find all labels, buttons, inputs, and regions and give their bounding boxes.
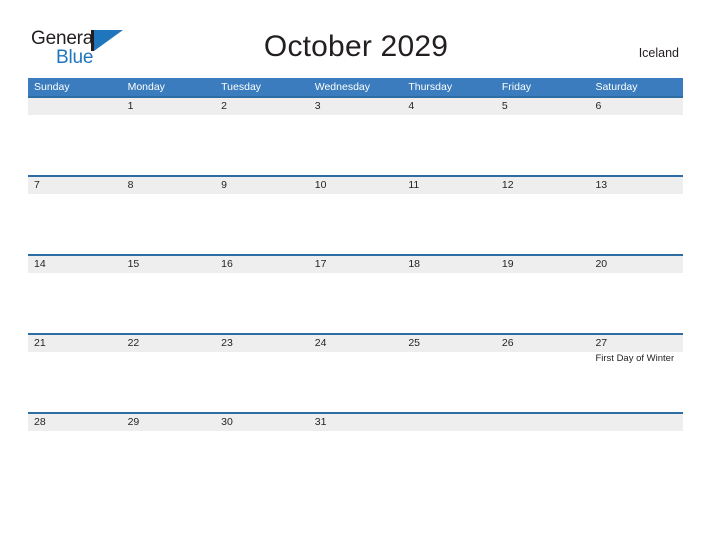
calendar-day-number: 9: [221, 179, 227, 191]
calendar-day-number: [502, 414, 584, 431]
calendar-day-number: 5: [501, 100, 508, 112]
calendar-day-cell[interactable]: 2: [215, 98, 309, 175]
calendar-day-cell[interactable]: 6: [589, 98, 683, 175]
calendar-day-cell[interactable]: 27 First Day of Winter: [589, 335, 683, 412]
calendar-day-cell[interactable]: 16: [215, 256, 309, 333]
calendar-day-cell[interactable]: 3: [309, 98, 403, 175]
calendar-week-row: 21 22 23 24 25 26 27 First Day of Winter: [28, 333, 683, 412]
calendar-week-row: 1 2 3 4 5 6: [28, 96, 683, 175]
weekday-header-monday: Monday: [127, 81, 165, 93]
calendar-day-number: 1: [127, 100, 134, 112]
calendar-day-cell[interactable]: 31: [309, 414, 403, 438]
weekday-header-tuesday: Tuesday: [221, 81, 262, 93]
calendar-day-number: 6: [595, 100, 602, 112]
weekday-header-row: Sunday Monday Tuesday Wednesday Thursday…: [28, 78, 683, 96]
locale-label: Iceland: [638, 46, 679, 60]
calendar-day-number: 7: [34, 179, 40, 191]
calendar-day-cell[interactable]: 13: [589, 177, 683, 254]
calendar-week-row: 28 29 30 31: [28, 412, 683, 438]
calendar-day-cell[interactable]: 25: [402, 335, 496, 412]
weekday-header-friday: Friday: [501, 81, 532, 93]
calendar-day-cell[interactable]: 1: [122, 98, 216, 175]
calendar-day-cell[interactable]: 18: [402, 256, 496, 333]
calendar-day-cell-empty: [496, 414, 590, 438]
calendar-day-cell[interactable]: 26: [496, 335, 590, 412]
calendar-day-cell[interactable]: 19: [496, 256, 590, 333]
calendar-day-number: 27: [595, 337, 608, 349]
calendar-day-number: 22: [127, 337, 140, 349]
calendar-page: General Blue October 2029 Iceland Sunday…: [0, 0, 712, 550]
calendar-day-cell[interactable]: 17: [309, 256, 403, 333]
calendar-day-cell[interactable]: 29: [122, 414, 216, 438]
calendar-day-cell-empty: [589, 414, 683, 438]
page-header: General Blue October 2029 Iceland: [0, 0, 712, 67]
calendar-day-number: 23: [221, 337, 233, 349]
calendar-day-number: 30: [221, 416, 233, 428]
calendar-day-cell[interactable]: 24: [309, 335, 403, 412]
calendar-day-cell[interactable]: 22: [122, 335, 216, 412]
calendar-event: First Day of Winter: [595, 353, 675, 364]
calendar-day-number: 11: [408, 179, 420, 191]
calendar-day-number: 15: [127, 258, 140, 270]
calendar-day-number: 3: [314, 100, 321, 112]
weekday-header-saturday: Saturday: [595, 81, 638, 93]
calendar-day-cell[interactable]: 20: [589, 256, 683, 333]
calendar-day-cell[interactable]: 11: [402, 177, 496, 254]
calendar-weeks: 1 2 3 4 5 6 7 8 9 10 11 12 13 14 15 16 17 18 19 20 21 22 23 24 2…: [28, 96, 683, 438]
calendar-event-list: First Day of Winter: [595, 352, 677, 365]
calendar-day-number: 18: [408, 258, 420, 270]
weekday-header-wednesday: Wednesday: [314, 81, 370, 93]
calendar-day-number: 14: [34, 258, 46, 270]
calendar-week-row: 14 15 16 17 18 19 20: [28, 254, 683, 333]
calendar-day-number: 10: [314, 179, 327, 191]
calendar-day-number: 2: [221, 100, 227, 112]
calendar-day-number: 16: [221, 258, 233, 270]
weekday-header-thursday: Thursday: [408, 81, 453, 93]
calendar-day-cell[interactable]: 10: [309, 177, 403, 254]
calendar-day-number: [408, 414, 490, 431]
calendar-day-number: 28: [34, 416, 46, 428]
calendar-day-number: [595, 414, 677, 431]
calendar-day-cell[interactable]: 15: [122, 256, 216, 333]
calendar-day-number: 4: [408, 100, 415, 112]
calendar-day-number: 31: [314, 416, 327, 428]
calendar-day-cell[interactable]: 28: [28, 414, 122, 438]
calendar-day-number: 20: [595, 258, 608, 270]
page-title: October 2029: [263, 30, 449, 63]
calendar-day-cell[interactable]: 4: [402, 98, 496, 175]
calendar-day-cell[interactable]: 7: [28, 177, 122, 254]
calendar-day-number: [34, 98, 116, 115]
calendar-day-number: 26: [501, 337, 514, 349]
calendar-day-cell[interactable]: 23: [215, 335, 309, 412]
calendar-day-number: 29: [127, 416, 140, 428]
calendar-day-cell[interactable]: 14: [28, 256, 122, 333]
calendar-day-number: 13: [595, 179, 608, 191]
calendar-day-number: 25: [408, 337, 420, 349]
calendar-day-number: 19: [501, 258, 514, 270]
calendar-day-cell-empty: [402, 414, 496, 438]
calendar-day-cell[interactable]: 5: [496, 98, 590, 175]
calendar-day-number: 8: [127, 179, 134, 191]
calendar-day-number: 24: [314, 337, 327, 349]
calendar-day-cell[interactable]: 12: [496, 177, 590, 254]
calendar-day-cell[interactable]: 8: [122, 177, 216, 254]
calendar-day-number: 17: [314, 258, 327, 270]
calendar-day-cell-empty: [28, 98, 122, 175]
weekday-header-sunday: Sunday: [34, 81, 70, 93]
calendar-table: Sunday Monday Tuesday Wednesday Thursday…: [28, 78, 683, 438]
calendar-day-cell[interactable]: 21: [28, 335, 122, 412]
calendar-day-number: 21: [34, 337, 46, 349]
calendar-day-number: 12: [501, 179, 514, 191]
calendar-week-row: 7 8 9 10 11 12 13: [28, 175, 683, 254]
calendar-day-cell[interactable]: 30: [215, 414, 309, 438]
calendar-day-cell[interactable]: 9: [215, 177, 309, 254]
